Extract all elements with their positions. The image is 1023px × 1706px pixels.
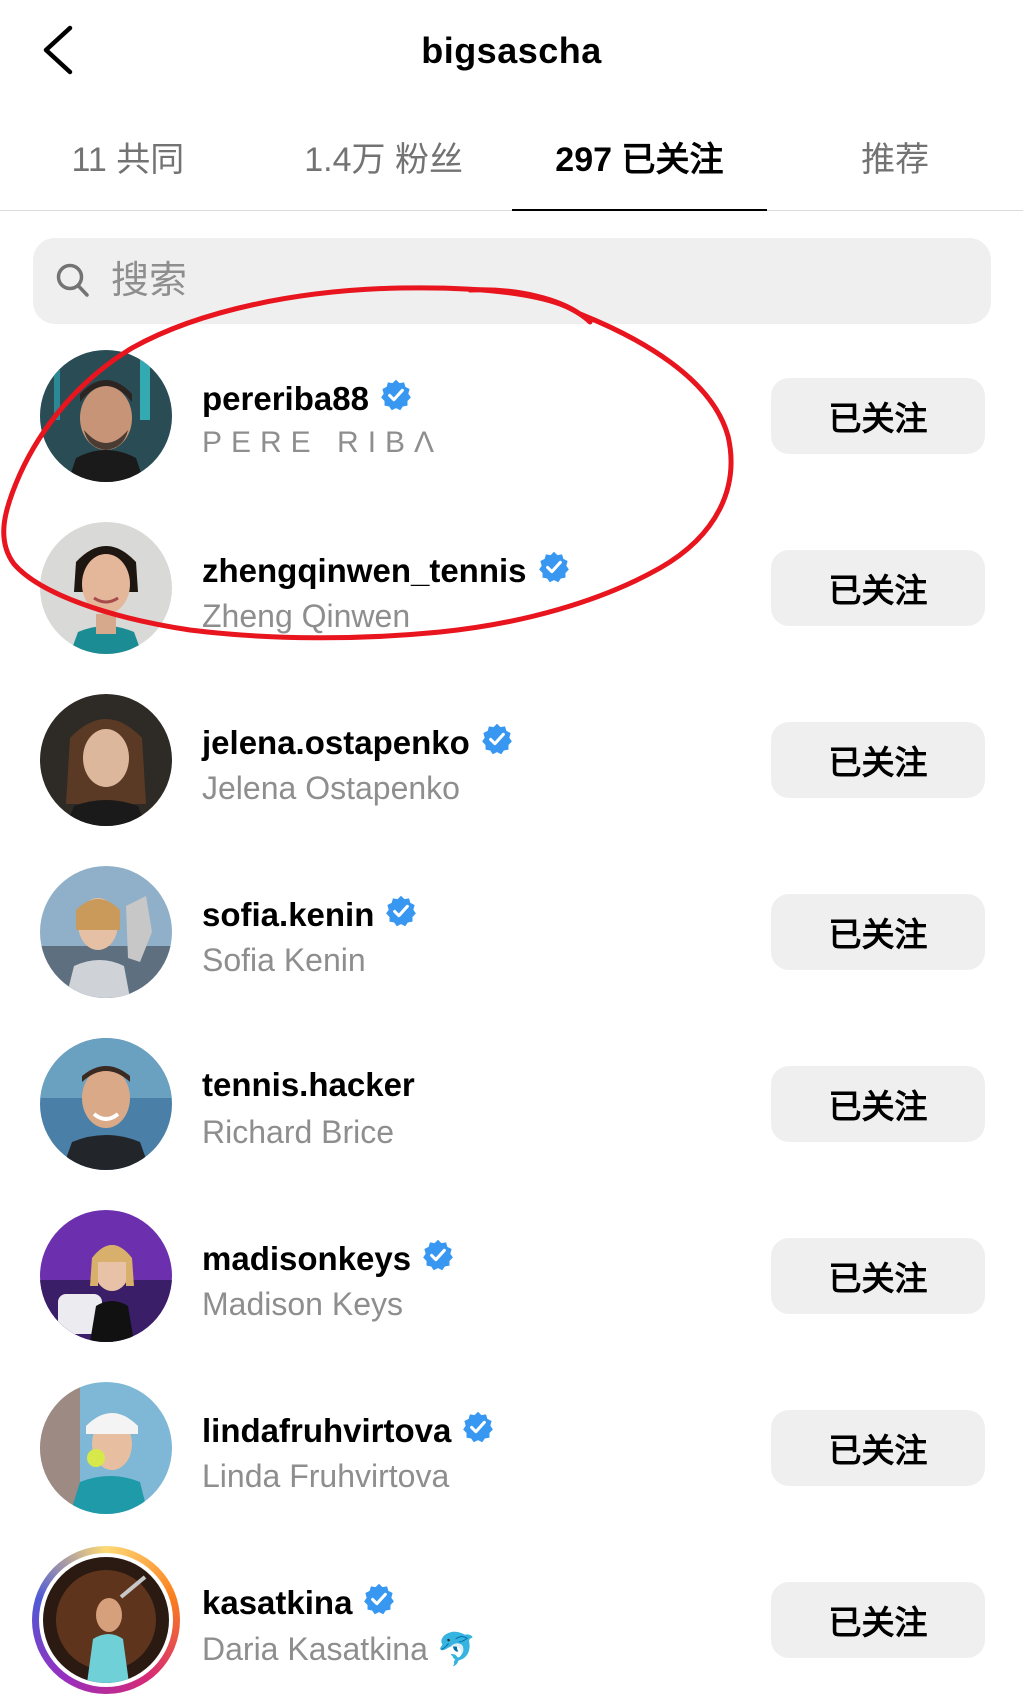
username[interactable]: kasatkina	[202, 1582, 396, 1624]
following-button[interactable]: 已关注	[771, 1066, 985, 1142]
search-input[interactable]: 搜索	[33, 238, 991, 324]
avatar[interactable]	[40, 1382, 172, 1514]
full-name: Daria Kasatkina 🐬	[202, 1631, 477, 1667]
verified-icon	[461, 1410, 495, 1452]
verified-icon	[384, 894, 418, 936]
full-name: Jelena Ostapenko	[202, 770, 460, 806]
avatar	[43, 1557, 169, 1683]
tab-suggested[interactable]: 推荐	[767, 110, 1023, 210]
avatar[interactable]	[40, 866, 172, 998]
list-item: tennis.hacker Richard Brice 已关注	[0, 1018, 1023, 1190]
username[interactable]: zhengqinwen_tennis	[202, 550, 571, 592]
tab-mutual[interactable]: 11 共同	[0, 110, 256, 210]
avatar[interactable]	[40, 350, 172, 482]
username-text: pereriba88	[202, 380, 369, 417]
username[interactable]: tennis.hacker	[202, 1066, 415, 1104]
following-button[interactable]: 已关注	[771, 1238, 985, 1314]
verified-icon	[362, 1582, 396, 1624]
avatar[interactable]	[40, 694, 172, 826]
username-text: lindafruhvirtova	[202, 1412, 452, 1449]
avatar[interactable]	[40, 1210, 172, 1342]
username-text: kasatkina	[202, 1584, 353, 1621]
list-item: sofia.kenin Sofia Kenin 已关注	[0, 846, 1023, 1018]
verified-icon	[379, 378, 413, 420]
tab-following[interactable]: 297 已关注	[511, 110, 768, 211]
list-item: zhengqinwen_tennis Zheng Qinwen 已关注	[0, 502, 1023, 674]
username-text: madisonkeys	[202, 1240, 412, 1277]
top-bar: bigsascha	[0, 0, 1023, 110]
avatar[interactable]	[40, 1038, 172, 1170]
list-item: jelena.ostapenko Jelena Ostapenko 已关注	[0, 674, 1023, 846]
username[interactable]: jelena.ostapenko	[202, 722, 514, 764]
list-item: kasatkina Daria Kasatkina 🐬 已关注	[0, 1534, 1023, 1706]
tab-followers[interactable]: 1.4万 粉丝	[256, 110, 512, 210]
following-button[interactable]: 已关注	[771, 378, 985, 454]
full-name: Zheng Qinwen	[202, 598, 411, 634]
username[interactable]: sofia.kenin	[202, 894, 418, 936]
following-button[interactable]: 已关注	[771, 722, 985, 798]
username-text: zhengqinwen_tennis	[202, 552, 527, 589]
list-item: lindafruhvirtova Linda Fruhvirtova 已关注	[0, 1362, 1023, 1534]
list-item: pereriba88 PERE RIBΛ 已关注	[0, 330, 1023, 502]
avatar-ring-gap	[39, 1553, 173, 1687]
username-text: tennis.hacker	[202, 1066, 415, 1103]
following-button[interactable]: 已关注	[771, 550, 985, 626]
verified-icon	[537, 550, 571, 592]
list-item: madisonkeys Madison Keys 已关注	[0, 1190, 1023, 1362]
full-name: Richard Brice	[202, 1114, 395, 1150]
search-icon	[56, 263, 89, 297]
verified-icon	[421, 1238, 455, 1280]
following-button[interactable]: 已关注	[771, 1410, 985, 1486]
full-name: Madison Keys	[202, 1286, 403, 1322]
avatar[interactable]	[40, 522, 172, 654]
following-button[interactable]: 已关注	[771, 1582, 985, 1658]
avatar-story-ring[interactable]	[32, 1546, 180, 1694]
full-name: Sofia Kenin	[202, 942, 366, 978]
search-placeholder: 搜索	[111, 260, 188, 302]
username[interactable]: madisonkeys	[202, 1238, 455, 1280]
username-text: sofia.kenin	[202, 896, 375, 933]
username-text: jelena.ostapenko	[202, 724, 470, 761]
following-button[interactable]: 已关注	[771, 894, 985, 970]
verified-icon	[480, 722, 514, 764]
username[interactable]: lindafruhvirtova	[202, 1410, 495, 1452]
tab-bar: 11 共同 1.4万 粉丝 297 已关注 推荐	[0, 110, 1023, 211]
username[interactable]: pereriba88	[202, 378, 413, 420]
full-name: Linda Fruhvirtova	[202, 1458, 450, 1494]
page-title: bigsascha	[421, 30, 602, 71]
full-name: PERE RIBΛ	[202, 426, 444, 459]
